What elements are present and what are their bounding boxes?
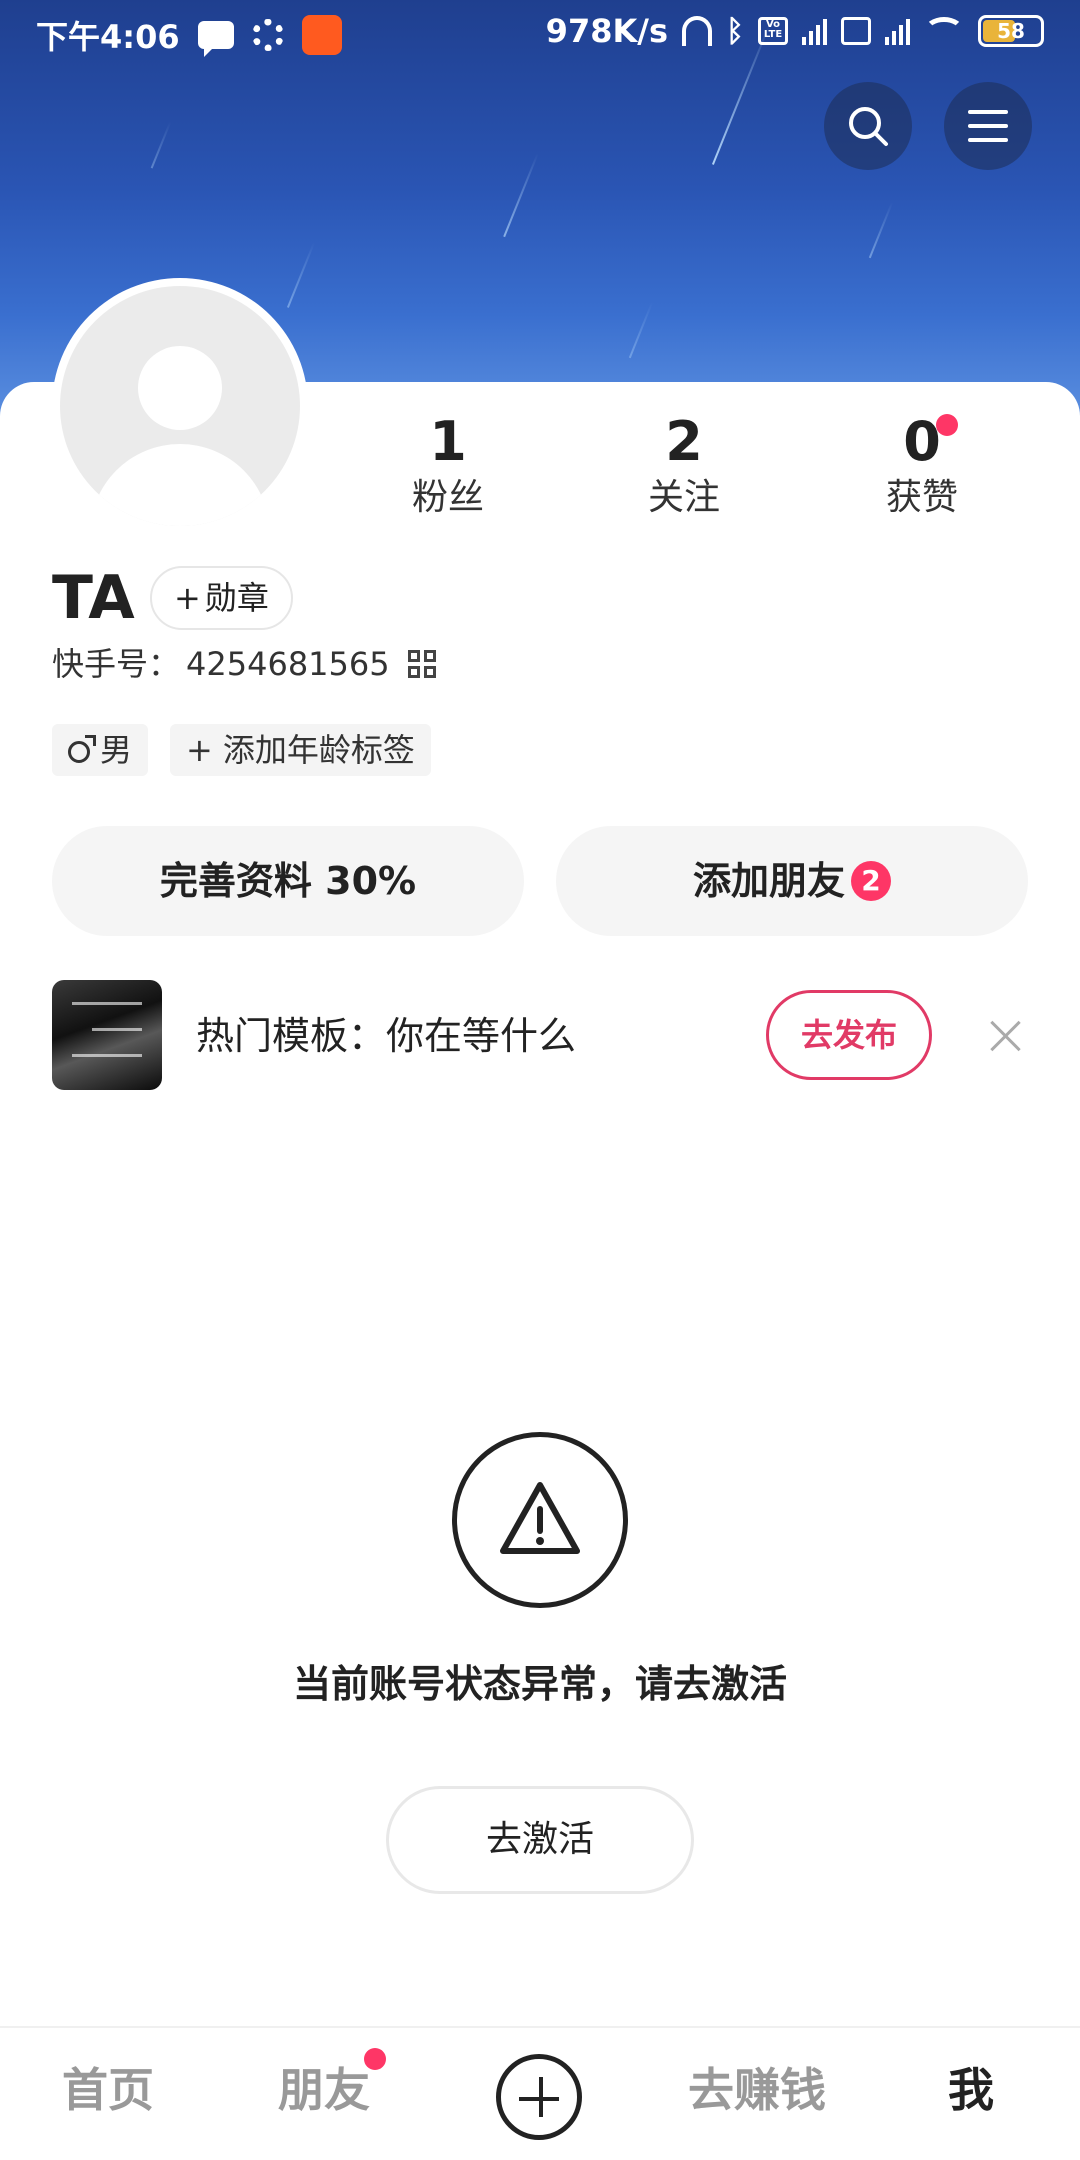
signal-icon	[802, 17, 827, 45]
gender-tag[interactable]: 男	[52, 724, 149, 776]
stat-likes[interactable]: 0 获赞	[842, 410, 1002, 522]
stat-following[interactable]: 2 关注	[604, 410, 764, 522]
stat-fans-label: 粉丝	[411, 477, 484, 518]
qr-code-icon[interactable]	[407, 650, 436, 678]
complete-profile-button[interactable]: 完善资料 30%	[52, 826, 524, 936]
friends-notification-dot	[364, 2048, 386, 2070]
complete-profile-label: 完善资料 30%	[159, 859, 417, 903]
gender-label: 男	[100, 731, 133, 769]
badge-button-label: 勋章	[204, 579, 269, 617]
template-title[interactable]: 热门模板：你在等什么	[196, 1010, 576, 1062]
add-badge-button[interactable]: + 勋章	[150, 566, 293, 630]
battery-level: 58	[997, 19, 1025, 43]
kuaishou-id[interactable]: 快手号： 4254681565	[52, 642, 436, 686]
search-icon	[849, 107, 888, 146]
plus-icon: +	[186, 731, 213, 769]
network-speed: 978K/s	[545, 12, 668, 50]
add-friends-button[interactable]: 添加朋友 2	[556, 826, 1028, 936]
add-friends-count-badge: 2	[851, 861, 891, 901]
kuaishou-id-label: 快手号：	[52, 645, 181, 683]
stat-fans[interactable]: 1 粉丝	[368, 410, 528, 522]
avatar-placeholder-icon	[60, 286, 300, 526]
volte-icon-2	[841, 17, 871, 45]
profile-name: TA	[52, 563, 135, 633]
stat-fans-value: 1	[429, 410, 467, 473]
stat-likes-value: 0	[903, 410, 941, 473]
status-time: 下午4:06	[36, 18, 180, 56]
app-notification-icon	[301, 15, 342, 55]
plus-icon: +	[174, 579, 201, 617]
wifi-icon	[924, 17, 964, 45]
male-icon	[68, 735, 96, 763]
nav-earn[interactable]: 去赚钱	[688, 2058, 826, 2122]
avatar[interactable]	[52, 278, 308, 534]
message-icon	[197, 21, 234, 57]
headphones-icon	[682, 16, 712, 46]
bottom-navigation: 首页 朋友 去赚钱 我	[0, 2026, 1080, 2160]
warning-icon	[452, 1432, 628, 1608]
nav-me[interactable]: 我	[948, 2058, 994, 2122]
nav-friends[interactable]: 朋友	[278, 2058, 370, 2122]
settings-icon	[251, 19, 284, 51]
stat-likes-label: 获赞	[885, 477, 958, 518]
template-thumbnail[interactable]	[52, 980, 162, 1090]
stat-following-label: 关注	[647, 477, 720, 518]
publish-button[interactable]: 去发布	[766, 990, 932, 1080]
account-warning-message: 当前账号状态异常，请去激活	[292, 1662, 787, 1706]
kuaishou-id-value: 4254681565	[186, 645, 390, 683]
likes-notification-dot	[936, 414, 958, 436]
add-age-tag-label: 添加年龄标签	[222, 731, 415, 769]
bluetooth-icon: ᛒ	[726, 13, 744, 49]
menu-icon	[968, 110, 1008, 142]
create-plus-button[interactable]	[496, 2054, 582, 2140]
activate-button[interactable]: 去激活	[386, 1786, 694, 1894]
nav-home[interactable]: 首页	[62, 2058, 154, 2122]
menu-button[interactable]	[944, 82, 1032, 170]
status-bar: 下午4:06 978K/s ᛒ Vo LTE 58	[0, 0, 1080, 66]
volte-icon: Vo LTE	[758, 17, 788, 45]
add-age-tag-button[interactable]: + 添加年龄标签	[170, 724, 431, 776]
close-icon[interactable]	[986, 1016, 1026, 1056]
search-button[interactable]	[824, 82, 912, 170]
signal-icon-2	[885, 17, 910, 45]
stat-following-value: 2	[665, 410, 703, 473]
battery-icon: 58	[978, 15, 1044, 47]
add-friends-label: 添加朋友	[692, 859, 845, 903]
